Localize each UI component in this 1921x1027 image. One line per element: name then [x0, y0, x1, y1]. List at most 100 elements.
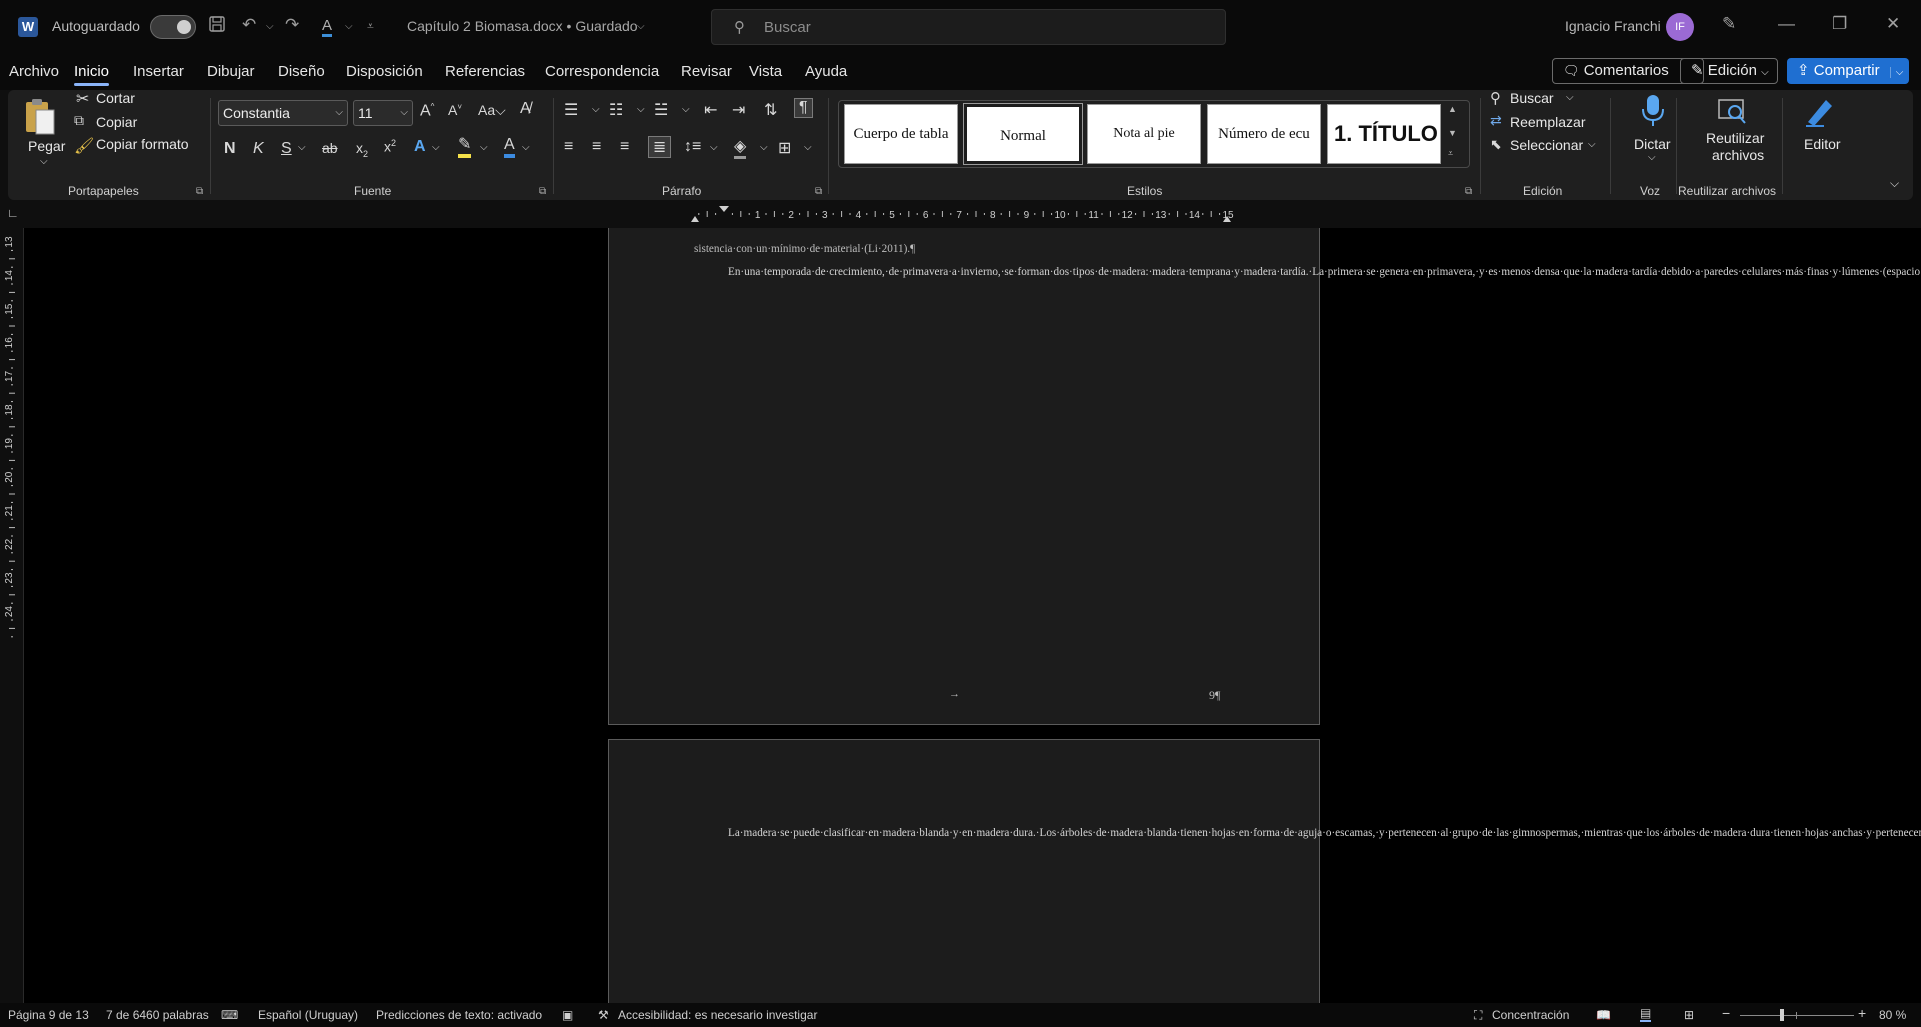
autosave-toggle[interactable]	[150, 15, 196, 39]
editing-mode-button[interactable]: ✎ Edición ⌵	[1680, 58, 1778, 84]
zoom-level[interactable]: 80 %	[1879, 1008, 1906, 1022]
styles-scroll-up-icon[interactable]: ▲	[1448, 104, 1457, 114]
tab-dibujar[interactable]: Dibujar	[207, 63, 255, 80]
borders-dropdown-icon[interactable]: ⌵	[804, 142, 812, 153]
copy-button[interactable]: Copiar	[96, 114, 137, 130]
document-title[interactable]: Capítulo 2 Biomasa.docx • Guardado	[407, 18, 638, 34]
tab-correspondencia[interactable]: Correspondencia	[545, 63, 659, 80]
highlight-dropdown-icon[interactable]: ⌵	[480, 142, 488, 153]
select-button[interactable]: Seleccionar	[1510, 137, 1583, 153]
editor-button[interactable]: Editor	[1790, 94, 1850, 160]
highlight-icon[interactable]: ✎	[458, 136, 472, 158]
superscript-icon[interactable]: x2	[384, 138, 396, 155]
find-dropdown-icon[interactable]: ⌵	[1566, 92, 1574, 103]
customize-qat-icon[interactable]: ⩡	[367, 19, 374, 34]
align-right-icon[interactable]: ≡	[620, 138, 629, 156]
focus-icon[interactable]: ⛶	[1474, 1008, 1482, 1023]
find-button[interactable]: Buscar	[1510, 90, 1554, 106]
text-effects-dropdown-icon[interactable]: ⌵	[432, 142, 440, 153]
bold-icon[interactable]: N	[224, 140, 236, 158]
style-normal[interactable]: Normal	[963, 103, 1083, 165]
language[interactable]: Español (Uruguay)	[258, 1008, 358, 1022]
horizontal-ruler[interactable]: 1 2 3 4 5 6 7 8 9 10 11 12 13 14 15	[606, 206, 1234, 222]
zoom-out-icon[interactable]: −	[1722, 1005, 1730, 1021]
borders-icon[interactable]: ⊞	[778, 138, 791, 158]
font-family-select[interactable]: Constantia ⌵	[218, 100, 348, 126]
select-dropdown-icon[interactable]: ⌵	[1588, 139, 1596, 150]
clipboard-dialog-launcher-icon[interactable]: ⧉	[196, 186, 203, 197]
zoom-slider-thumb[interactable]	[1780, 1009, 1784, 1021]
document-canvas[interactable]: sistencia·con·un·mínimo·de·material·(Li·…	[24, 228, 1921, 1003]
justify-icon[interactable]: ≣	[648, 136, 672, 158]
title-chevron-down-icon[interactable]: ⌵	[637, 21, 645, 32]
increase-indent-icon[interactable]: ⇥	[732, 100, 745, 120]
restore-icon[interactable]: ❐	[1832, 14, 1847, 34]
numbering-icon[interactable]: ☷	[609, 100, 623, 120]
align-center-icon[interactable]: ≡	[592, 138, 601, 156]
vertical-ruler[interactable]: 13 14 15 16 17 18 19 20 21 22 23 24	[0, 228, 24, 1003]
share-button[interactable]: ⇪ Compartir ⌵	[1787, 58, 1909, 84]
change-case-icon[interactable]: Aa⌵	[478, 102, 506, 119]
font-color-dropdown-icon[interactable]: ⌵	[522, 142, 530, 153]
tab-inicio[interactable]: Inicio	[74, 63, 110, 86]
avatar[interactable]: IF	[1666, 13, 1694, 41]
tab-insertar[interactable]: Insertar	[133, 63, 184, 80]
tab-revisar[interactable]: Revisar	[681, 63, 732, 80]
accessibility-icon[interactable]: ⚒	[598, 1008, 609, 1022]
font-color-qat-icon[interactable]: A	[322, 15, 333, 37]
text-predictions[interactable]: Predicciones de texto: activado	[376, 1008, 542, 1022]
redo-icon[interactable]: ↷	[285, 15, 299, 35]
underline-icon[interactable]: S	[281, 140, 292, 158]
multilevel-list-icon[interactable]: ☱	[654, 100, 668, 120]
strikethrough-icon[interactable]: ab	[322, 140, 338, 156]
save-icon[interactable]	[208, 15, 226, 38]
line-spacing-dropdown-icon[interactable]: ⌵	[710, 142, 718, 153]
zoom-slider-track[interactable]	[1740, 1015, 1854, 1016]
focus-mode[interactable]: Concentración	[1492, 1008, 1569, 1022]
tab-ayuda[interactable]: Ayuda	[805, 63, 847, 80]
font-size-select[interactable]: 11 ⌵	[353, 100, 413, 126]
align-left-icon[interactable]: ≡	[564, 138, 573, 156]
paste-chevron-icon[interactable]: ⌵	[40, 156, 48, 167]
grow-font-icon[interactable]: A^	[420, 102, 434, 120]
bullets-icon[interactable]: ☰	[564, 100, 578, 120]
print-layout-icon[interactable]: ▤	[1640, 1006, 1652, 1022]
word-count[interactable]: 7 de 6460 palabras	[106, 1008, 209, 1022]
style-titulo-1[interactable]: 1. TÍTULO	[1327, 104, 1441, 164]
close-icon[interactable]: ✕	[1886, 14, 1900, 34]
collapse-ribbon-icon[interactable]: ⌵	[1890, 176, 1899, 191]
format-painter-button[interactable]: Copiar formato	[96, 136, 189, 152]
proofing-icon[interactable]: ⌨	[221, 1008, 238, 1022]
styles-dialog-launcher-icon[interactable]: ⧉	[1465, 186, 1472, 197]
bullets-dropdown-icon[interactable]: ⌵	[592, 104, 600, 115]
minimize-icon[interactable]: —	[1778, 14, 1795, 34]
tab-disposicion[interactable]: Disposición	[346, 63, 423, 80]
cut-button[interactable]: Cortar	[96, 90, 135, 106]
font-color-dropdown-icon[interactable]: ⌵	[345, 21, 353, 32]
shrink-font-icon[interactable]: A˅	[448, 102, 462, 118]
line-spacing-icon[interactable]: ↕≡	[684, 138, 701, 156]
dictate-button[interactable]: Dictar ⌵	[1626, 94, 1682, 163]
user-name[interactable]: Ignacio Franchi	[1565, 18, 1661, 34]
page-10[interactable]: La·madera·se·puede·clasificar·en·madera·…	[608, 739, 1921, 1003]
italic-icon[interactable]: K	[253, 140, 264, 158]
read-mode-icon[interactable]: 📖	[1596, 1008, 1611, 1022]
numbering-dropdown-icon[interactable]: ⌵	[637, 104, 645, 115]
macro-icon[interactable]: ▣	[562, 1008, 573, 1022]
multilevel-dropdown-icon[interactable]: ⌵	[682, 104, 690, 115]
subscript-icon[interactable]: x2	[356, 140, 368, 159]
search-input[interactable]: ⚲ Buscar	[711, 9, 1226, 45]
replace-button[interactable]: Reemplazar	[1510, 114, 1585, 130]
text-effects-icon[interactable]: A	[414, 138, 426, 156]
style-nota-al-pie[interactable]: Nota al pie	[1087, 104, 1201, 164]
shading-icon[interactable]: ◈	[734, 136, 747, 159]
pen-icon[interactable]: ✎	[1722, 14, 1736, 34]
paste-button[interactable]	[22, 96, 58, 136]
undo-dropdown-icon[interactable]: ⌵	[266, 21, 274, 32]
tab-archivo[interactable]: Archivo	[9, 63, 59, 80]
underline-dropdown-icon[interactable]: ⌵	[298, 142, 306, 153]
style-numero-de-ecuacion[interactable]: Número de ecu	[1207, 104, 1321, 164]
styles-more-icon[interactable]: ⩡	[1448, 148, 1453, 159]
tab-referencias[interactable]: Referencias	[445, 63, 525, 80]
zoom-in-icon[interactable]: +	[1858, 1005, 1866, 1021]
